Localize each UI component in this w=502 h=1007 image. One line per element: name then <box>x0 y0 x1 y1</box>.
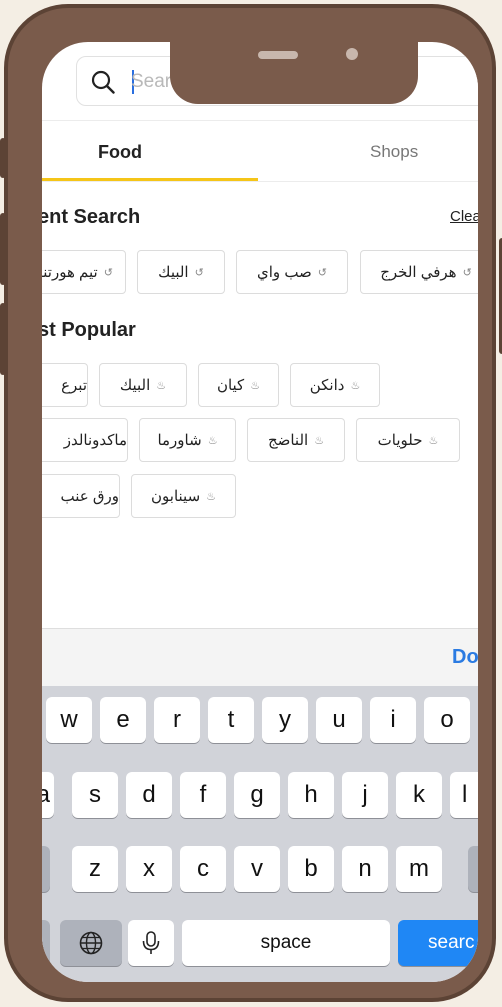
search-key[interactable]: searc <box>398 920 478 966</box>
key-r[interactable]: r <box>154 697 200 743</box>
chip-label: دانكن <box>309 377 345 394</box>
key-a[interactable]: a <box>42 772 54 818</box>
key-s[interactable]: s <box>72 772 118 818</box>
backspace-key[interactable] <box>468 846 478 892</box>
key-j[interactable]: j <box>342 772 388 818</box>
key-g[interactable]: g <box>234 772 280 818</box>
fire-icon: ♨ <box>156 379 167 392</box>
notch <box>170 42 418 104</box>
recent-search-title: ent Search <box>42 206 141 228</box>
shift-key[interactable] <box>42 846 50 892</box>
popular-chip[interactable]: ♨ سينابون <box>131 474 236 518</box>
fire-icon: ♨ <box>428 434 439 447</box>
popular-chip[interactable]: ورق عنب <box>42 474 120 518</box>
chip-label: ماكدونالدز <box>63 432 127 449</box>
key-c[interactable]: c <box>180 846 226 892</box>
chip-label: هرفي الخرج <box>380 264 457 281</box>
side-button-mute <box>0 138 6 178</box>
key-o[interactable]: o <box>424 697 470 743</box>
recent-chip[interactable]: ↺ البيك <box>137 250 225 294</box>
popular-chip[interactable]: تبرع <box>42 363 88 407</box>
tabs-divider <box>42 181 478 182</box>
speaker <box>258 51 298 59</box>
keyboard-toolbar: Do <box>42 628 478 687</box>
clear-recent-link[interactable]: Clea <box>450 208 478 225</box>
keyboard: w e r t y u i o a s d f g h j k l z x c … <box>42 686 478 982</box>
most-popular-title: st Popular <box>42 319 136 341</box>
popular-chip[interactable]: ♨ شاورما <box>139 418 236 462</box>
fire-icon: ♨ <box>314 434 325 447</box>
chip-label: البيك <box>158 264 189 281</box>
key-u[interactable]: u <box>316 697 362 743</box>
numbers-key[interactable] <box>42 920 50 966</box>
chip-label: سينابون <box>151 488 201 505</box>
phone-frame: Food Shops ent Search Clea ↺ هرفي الخرج ↺… <box>0 4 502 1002</box>
key-e[interactable]: e <box>100 697 146 743</box>
tab-food[interactable]: Food <box>98 142 142 163</box>
key-y[interactable]: y <box>262 697 308 743</box>
recent-chip[interactable]: ↺ تيم هورتنز <box>42 250 126 294</box>
search-icon <box>91 70 115 94</box>
chip-label: تيم هورتنز <box>42 264 98 281</box>
chip-label: البيك <box>119 377 151 394</box>
popular-chip[interactable]: ♨ حلويات <box>356 418 460 462</box>
popular-chip[interactable]: ♨ البيك <box>99 363 187 407</box>
key-i[interactable]: i <box>370 697 416 743</box>
chip-label: الناضج <box>267 432 309 449</box>
key-b[interactable]: b <box>288 846 334 892</box>
fire-icon: ♨ <box>207 434 218 447</box>
chip-label: تبرع <box>61 377 87 394</box>
camera <box>346 48 358 60</box>
globe-key[interactable] <box>60 920 122 966</box>
done-button[interactable]: Do <box>452 646 478 669</box>
divider <box>42 120 478 121</box>
popular-chip[interactable]: ♨ دانكن <box>290 363 380 407</box>
key-n[interactable]: n <box>342 846 388 892</box>
fire-icon: ♨ <box>250 379 261 392</box>
side-button-volume-up <box>0 213 6 285</box>
chip-label: شاورما <box>157 432 202 449</box>
history-icon: ↺ <box>103 266 113 279</box>
chip-label: صب واي <box>257 264 312 281</box>
recent-chip[interactable]: ↺ صب واي <box>236 250 348 294</box>
key-d[interactable]: d <box>126 772 172 818</box>
chip-label: كيان <box>216 377 245 394</box>
recent-chip[interactable]: ↺ هرفي الخرج <box>360 250 478 294</box>
popular-chip[interactable]: ♨ الناضج <box>247 418 345 462</box>
mic-icon <box>142 931 160 954</box>
history-icon: ↺ <box>317 266 328 279</box>
key-l[interactable]: l <box>450 772 478 818</box>
side-button-volume-down <box>0 303 6 375</box>
key-h[interactable]: h <box>288 772 334 818</box>
chip-label: ورق عنب <box>60 488 120 505</box>
key-w[interactable]: w <box>46 697 92 743</box>
key-v[interactable]: v <box>234 846 280 892</box>
popular-chip[interactable]: ماكدونالدز <box>42 418 128 462</box>
mic-key[interactable] <box>128 920 174 966</box>
key-k[interactable]: k <box>396 772 442 818</box>
space-key[interactable]: space <box>182 920 390 966</box>
key-f[interactable]: f <box>180 772 226 818</box>
key-z[interactable]: z <box>72 846 118 892</box>
fire-icon: ♨ <box>206 490 217 503</box>
fire-icon: ♨ <box>350 379 361 392</box>
history-icon: ↺ <box>194 266 204 279</box>
chip-label: حلويات <box>377 432 423 449</box>
popular-chip[interactable]: ♨ كيان <box>198 363 279 407</box>
history-icon: ↺ <box>462 266 472 279</box>
tab-shops[interactable]: Shops <box>370 142 418 162</box>
globe-icon <box>79 931 103 955</box>
key-x[interactable]: x <box>126 846 172 892</box>
key-t[interactable]: t <box>208 697 254 743</box>
phone-screen: Food Shops ent Search Clea ↺ هرفي الخرج ↺… <box>42 42 478 982</box>
key-m[interactable]: m <box>396 846 442 892</box>
